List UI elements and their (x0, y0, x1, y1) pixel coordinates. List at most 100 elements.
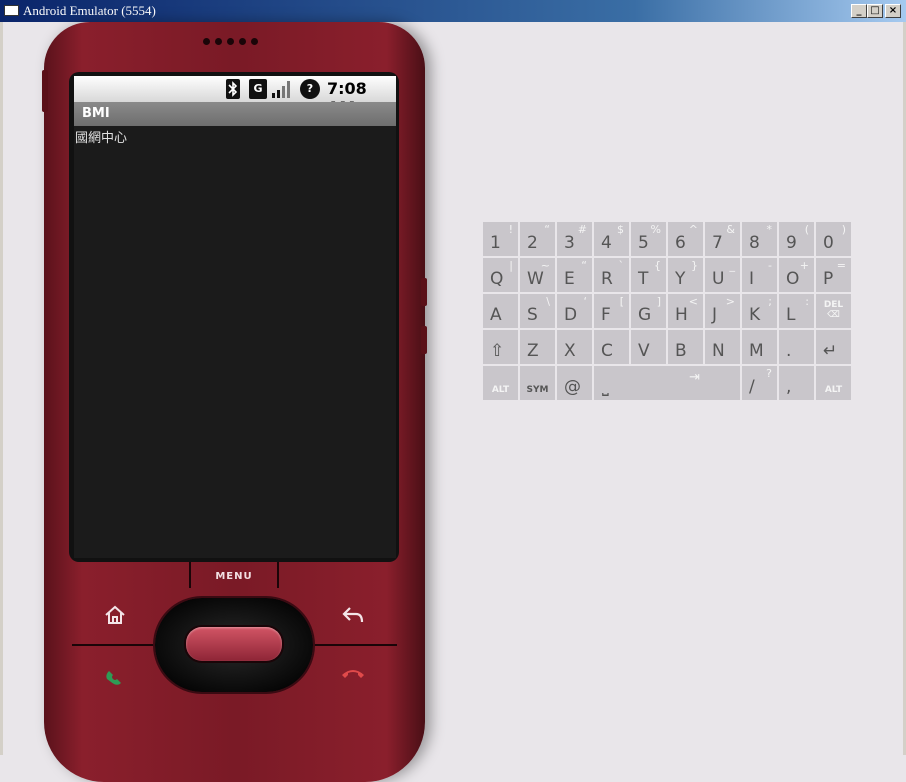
question-key-label: ? (766, 367, 772, 380)
keyboard-key[interactable]: 1! (483, 222, 518, 256)
keyboard-key[interactable]: 0) (816, 222, 851, 256)
key-label: 6 (675, 233, 686, 253)
key-alt-label: & (726, 223, 735, 236)
keyboard-key[interactable]: Q | (483, 258, 518, 292)
key-alt-label: : (805, 295, 809, 308)
keyboard-key[interactable]: . (779, 330, 814, 364)
key-label: F (601, 305, 611, 325)
maximize-button[interactable]: □ (867, 4, 883, 18)
key-alt-label: < (688, 295, 698, 308)
keyboard-key[interactable]: R ` (594, 258, 629, 292)
keyboard-key[interactable]: ⇧ (483, 330, 518, 364)
keyboard-key[interactable]: H < (668, 294, 703, 328)
volume-up-button[interactable] (421, 278, 427, 306)
window-title-bar[interactable]: Android Emulator (5554) _ □ × (0, 0, 906, 22)
keyboard-key[interactable]: K; (742, 294, 777, 328)
key-label: L (786, 305, 796, 325)
comma-key[interactable]: , (779, 366, 814, 400)
key-label: I (749, 269, 755, 289)
key-alt-label: * (766, 223, 773, 236)
keyboard-key[interactable]: J > (705, 294, 740, 328)
comma-key-label: , (786, 377, 792, 397)
volume-down-button[interactable] (421, 326, 427, 354)
key-alt-label: + (799, 259, 809, 272)
key-alt-label: ` (618, 259, 625, 272)
key-alt-label: $ (617, 223, 624, 236)
dpad-center-button[interactable] (186, 627, 282, 661)
keyboard-key[interactable]: 3 # (557, 222, 592, 256)
keyboard-key[interactable]: X (557, 330, 592, 364)
keyboard-key[interactable]: 5% (631, 222, 666, 256)
close-button[interactable]: × (885, 4, 901, 18)
key-label: Z (527, 341, 539, 361)
minimize-button[interactable]: _ (851, 4, 867, 18)
keyboard-key[interactable]: O + (779, 258, 814, 292)
home-button[interactable] (100, 602, 130, 632)
alt-right-key[interactable]: ALT (816, 366, 851, 400)
key-alt-label: | (509, 259, 513, 272)
status-bar[interactable]: G ? 7:08 AM (74, 76, 396, 117)
phone-screen[interactable]: G ? 7:08 AM BMI 國網中心 (74, 76, 396, 558)
key-alt-label: ) (841, 223, 846, 236)
back-button[interactable] (338, 602, 368, 632)
keyboard-key[interactable]: M (742, 330, 777, 364)
keyboard-key[interactable]: 7 & (705, 222, 740, 256)
call-button[interactable] (100, 660, 130, 690)
alt-left-key[interactable]: ALT (483, 366, 518, 400)
space-key[interactable]: ⎵ ⇥ (594, 366, 740, 400)
key-alt-label: ^ (688, 223, 698, 236)
keyboard-key[interactable]: 6 ^ (668, 222, 703, 256)
app-window-icon[interactable] (4, 5, 19, 16)
keyboard-key[interactable]: D ‘ (557, 294, 592, 328)
key-label: C (601, 341, 613, 361)
trackball-dpad[interactable] (155, 598, 313, 692)
key-alt-label: } (691, 259, 698, 272)
keyboard-key[interactable]: B (668, 330, 703, 364)
key-label: 5 (638, 233, 649, 253)
keyboard-key[interactable]: U _ (705, 258, 740, 292)
keyboard-key[interactable]: E “ (557, 258, 592, 292)
alert-icon: ? (300, 79, 320, 99)
keyboard-key[interactable]: I- (742, 258, 777, 292)
speaker-dot (239, 38, 246, 45)
key-label: A (490, 305, 502, 325)
keyboard-key[interactable]: P = (816, 258, 851, 292)
keyboard-key[interactable]: G] (631, 294, 666, 328)
keyboard-key[interactable]: C (594, 330, 629, 364)
key-label: B (675, 341, 687, 361)
keyboard-key[interactable]: A (483, 294, 518, 328)
key-alt-label: { (654, 259, 661, 272)
at-key[interactable]: @ (557, 366, 592, 400)
keyboard-key[interactable]: S \ (520, 294, 555, 328)
keyboard-key[interactable]: L: (779, 294, 814, 328)
key-label: R (601, 269, 613, 289)
keyboard-key[interactable]: DEL ⌫ (816, 294, 851, 328)
keyboard-key[interactable]: Z (520, 330, 555, 364)
phone-side-button-left[interactable] (42, 70, 48, 112)
keyboard-key[interactable]: T{ (631, 258, 666, 292)
key-label: 8 (749, 233, 760, 253)
keyboard-key[interactable]: ↵ (816, 330, 851, 364)
key-label: J (712, 305, 718, 325)
key-alt-label: = (836, 259, 846, 272)
slash-key[interactable]: /? (742, 366, 777, 400)
keyboard-key[interactable]: F[ (594, 294, 629, 328)
keyboard-key[interactable]: V (631, 330, 666, 364)
keyboard-key[interactable]: 2 “ (520, 222, 555, 256)
key-alt-label: ( (804, 223, 809, 236)
keyboard-key[interactable]: W ~ (520, 258, 555, 292)
sym-key[interactable]: SYM (520, 366, 555, 400)
keyboard-key[interactable]: Y} (668, 258, 703, 292)
menu-button[interactable]: MENU (189, 562, 279, 588)
key-label: 2 (527, 233, 538, 253)
end-call-button[interactable] (338, 660, 368, 690)
key-label: U (712, 269, 725, 289)
app-content-text: 國網中心 (75, 131, 128, 146)
network-type-icon: G (249, 79, 267, 99)
window-title: Android Emulator (5554) (23, 3, 156, 18)
keyboard-key[interactable]: N (705, 330, 740, 364)
keyboard-key[interactable]: 4 $ (594, 222, 629, 256)
keyboard-key[interactable]: 9( (779, 222, 814, 256)
keyboard-key[interactable]: 8 * (742, 222, 777, 256)
key-label: Y (675, 269, 686, 289)
